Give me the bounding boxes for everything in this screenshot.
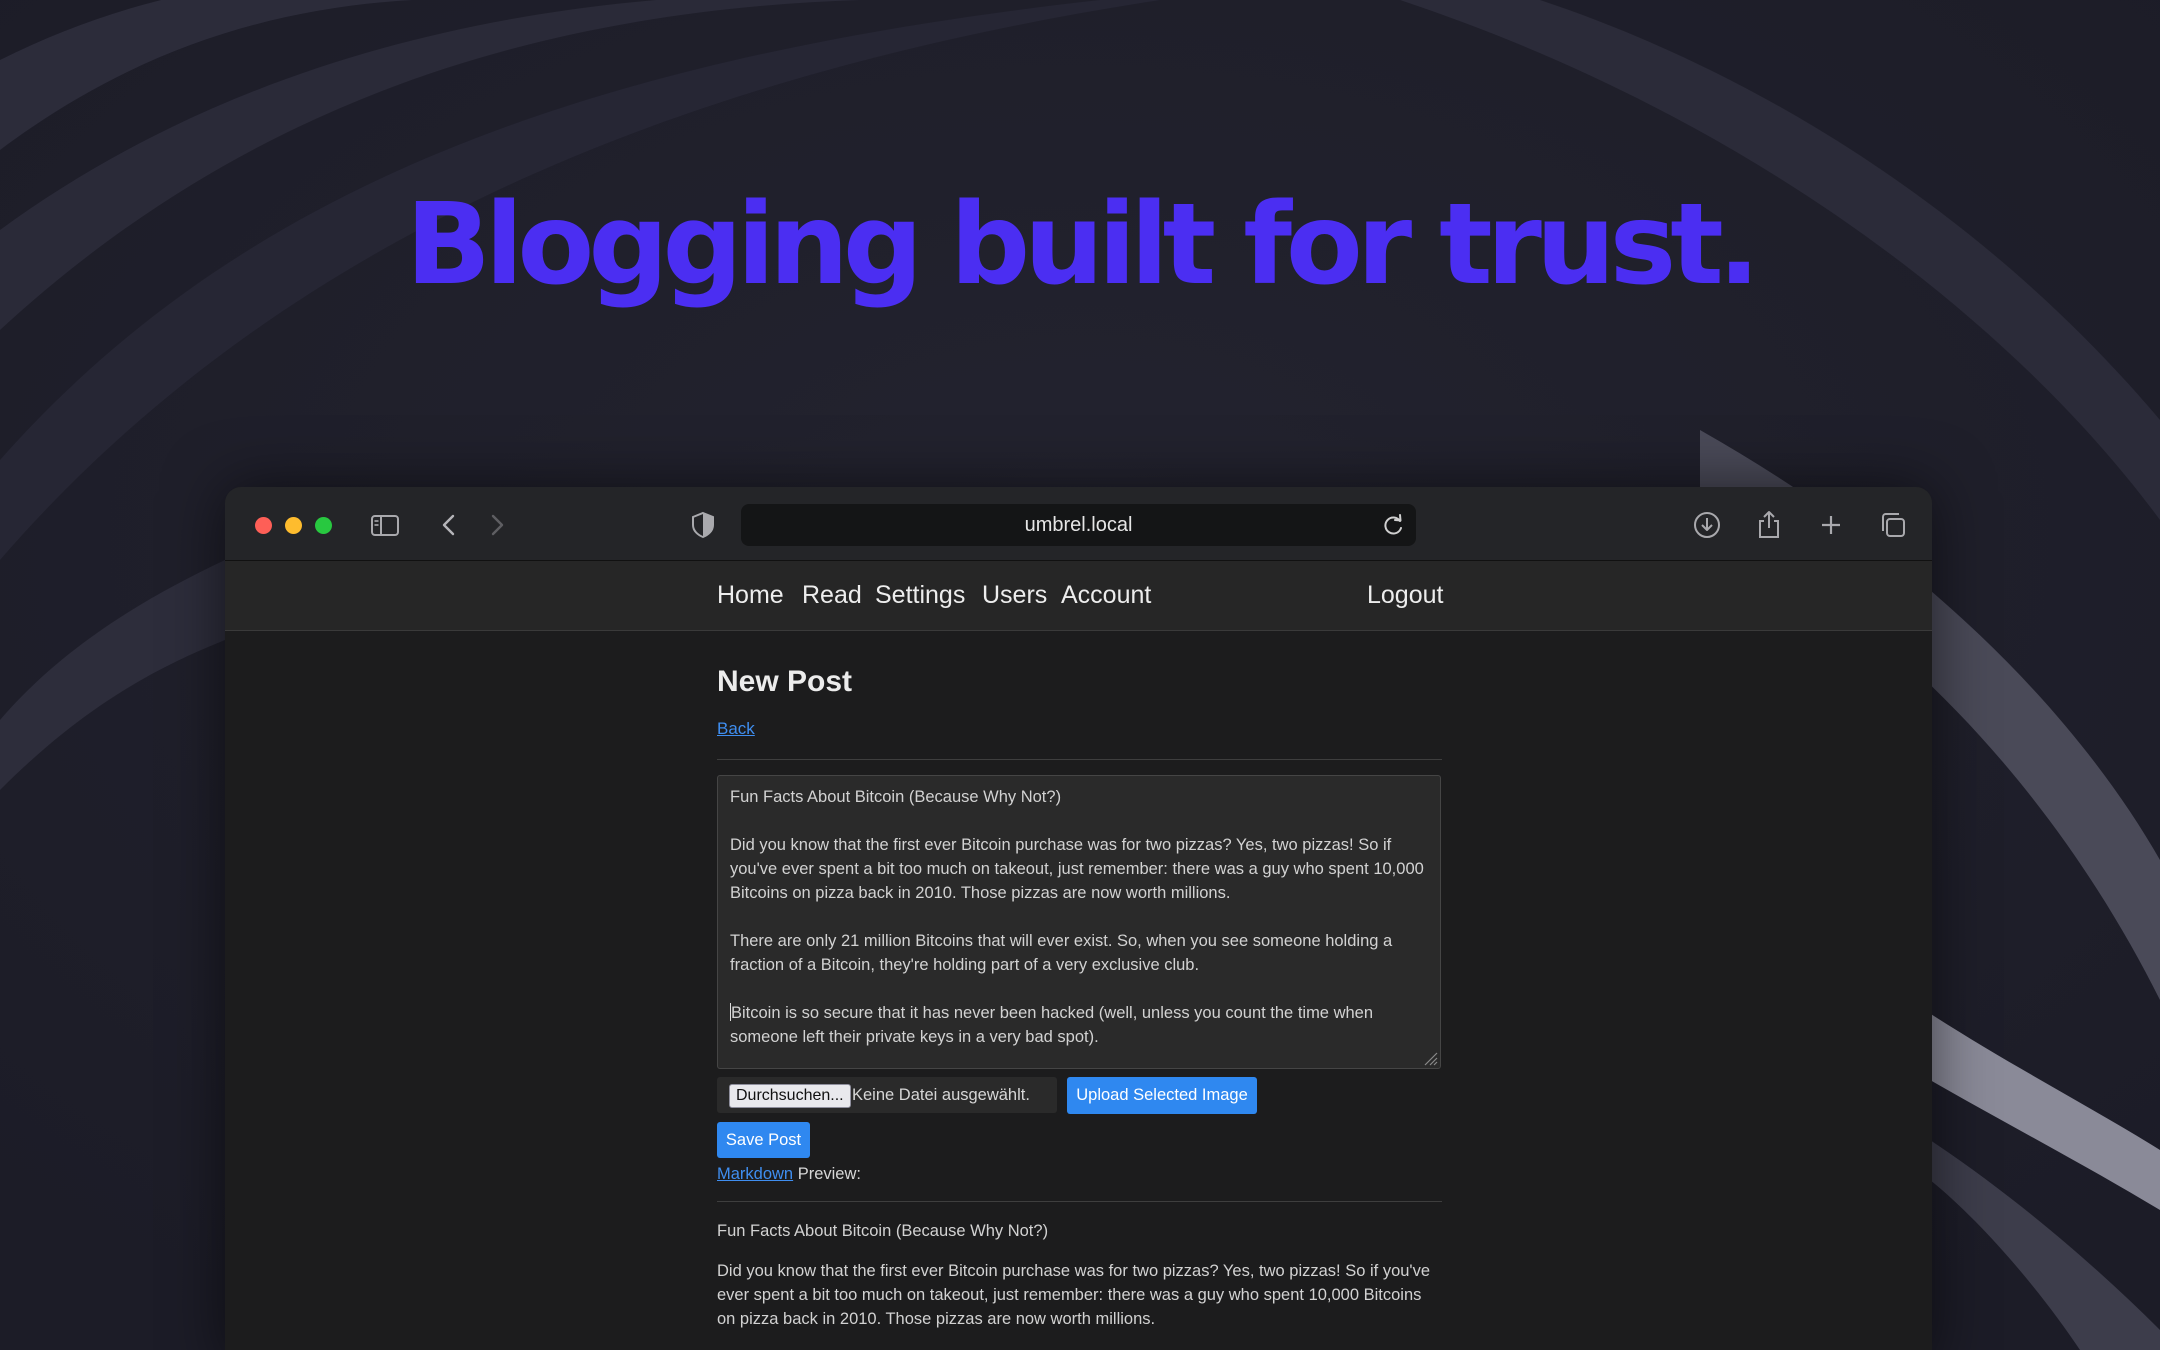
divider: [717, 759, 1442, 760]
forward-arrow-icon[interactable]: [481, 509, 513, 541]
editor-paragraph-3: Bitcoin is so secure that it has never b…: [730, 1004, 1374, 1046]
divider: [717, 1201, 1442, 1202]
url-text: umbrel.local: [1024, 514, 1133, 536]
upload-image-button[interactable]: Upload Selected Image: [1067, 1077, 1257, 1114]
page-title: New Post: [717, 665, 853, 698]
save-post-button[interactable]: Save Post: [717, 1122, 810, 1158]
back-link[interactable]: Back: [717, 719, 755, 739]
shield-icon[interactable]: [687, 509, 719, 541]
site-navbar: Home Read Settings Users Account Logout: [225, 561, 1932, 631]
download-icon[interactable]: [1691, 509, 1723, 541]
file-status-text: Keine Datei ausgewählt.: [852, 1086, 1030, 1104]
new-tab-icon[interactable]: [1815, 509, 1847, 541]
preview-title-line: Fun Facts About Bitcoin (Because Why Not…: [717, 1222, 1049, 1240]
editor-paragraph-2: There are only 21 million Bitcoins that …: [730, 932, 1393, 974]
nav-home[interactable]: Home: [717, 581, 784, 610]
reload-icon[interactable]: [1380, 511, 1408, 539]
close-window-button[interactable]: [255, 517, 272, 534]
hero-headline: Blogging built for trust.: [405, 180, 1761, 310]
markdown-link[interactable]: Markdown: [717, 1165, 793, 1183]
image-file-input: Durchsuchen... Keine Datei ausgewählt.: [717, 1077, 1057, 1113]
browser-window: umbrel.local Home Read Settings Users Ac…: [225, 487, 1932, 1350]
browser-toolbar: umbrel.local: [225, 487, 1932, 561]
resize-handle-icon[interactable]: [1422, 1050, 1438, 1066]
nav-logout[interactable]: Logout: [1367, 581, 1443, 610]
post-editor-textarea[interactable]: Fun Facts About Bitcoin (Because Why Not…: [717, 775, 1441, 1069]
address-bar[interactable]: umbrel.local: [741, 504, 1416, 546]
browse-button[interactable]: Durchsuchen...: [729, 1084, 851, 1108]
nav-settings[interactable]: Settings: [875, 581, 965, 610]
nav-read[interactable]: Read: [802, 581, 862, 610]
preview-label-text: Preview:: [793, 1165, 861, 1183]
zoom-window-button[interactable]: [315, 517, 332, 534]
tab-overview-icon[interactable]: [1877, 509, 1909, 541]
back-arrow-icon[interactable]: [433, 509, 465, 541]
editor-paragraph-1: Did you know that the first ever Bitcoin…: [730, 836, 1424, 902]
editor-title-line: Fun Facts About Bitcoin (Because Why Not…: [730, 788, 1062, 806]
nav-account[interactable]: Account: [1061, 581, 1151, 610]
markdown-preview: Fun Facts About Bitcoin (Because Why Not…: [717, 1219, 1442, 1347]
minimize-window-button[interactable]: [285, 517, 302, 534]
preview-heading: Markdown Preview:: [717, 1165, 861, 1184]
share-icon[interactable]: [1753, 509, 1785, 541]
preview-paragraph-1: Did you know that the first ever Bitcoin…: [717, 1262, 1430, 1328]
nav-users[interactable]: Users: [982, 581, 1047, 610]
sidebar-icon[interactable]: [369, 509, 401, 541]
